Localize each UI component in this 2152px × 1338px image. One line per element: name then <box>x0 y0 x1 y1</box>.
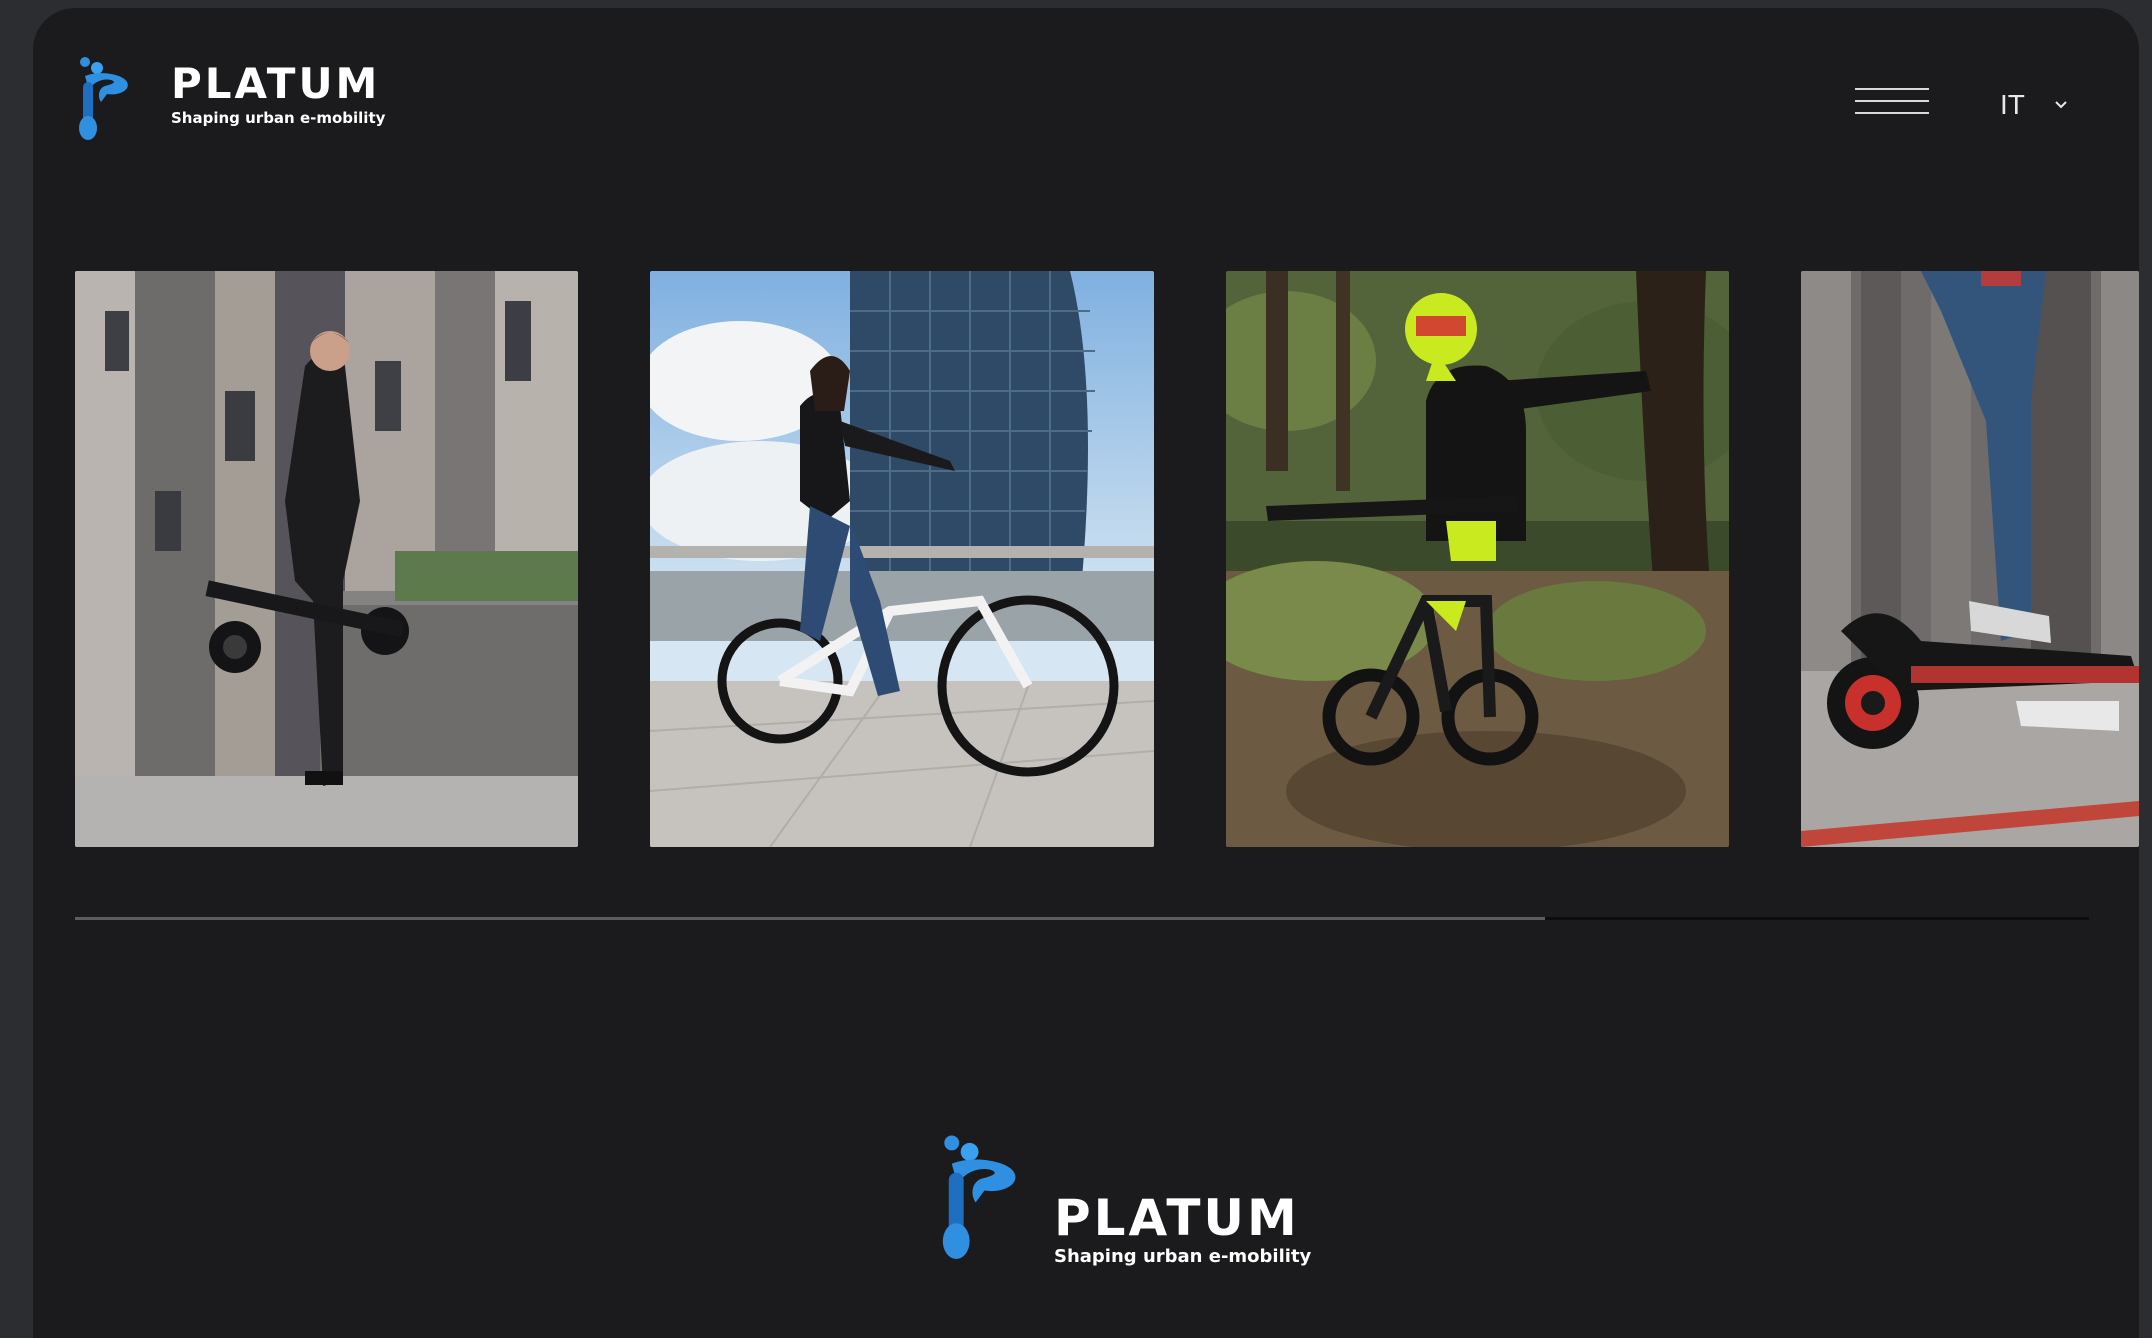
product-gallery[interactable] <box>33 271 2139 857</box>
language-label: IT <box>2000 89 2025 120</box>
brand-logo[interactable]: PLATUM Shaping urban e-mobility <box>75 56 385 142</box>
gallery-scrollbar[interactable] <box>75 917 2089 920</box>
platum-logo-icon <box>79 57 128 140</box>
hamburger-menu-icon[interactable] <box>1855 80 1929 122</box>
man-with-folding-scooter-image <box>75 271 578 847</box>
chevron-down-icon <box>2055 101 2067 109</box>
gallery-card-city-ebike[interactable] <box>650 271 1154 847</box>
language-selector[interactable]: IT <box>2000 85 2090 125</box>
footer-brand-name: PLATUM <box>1054 1189 1300 1247</box>
page: PLATUM Shaping urban e-mobility IT PLATU… <box>33 8 2139 1338</box>
footer-brand-logo[interactable]: PLATUM Shaping urban e-mobility <box>936 1134 1311 1268</box>
menu-line <box>1855 88 1929 90</box>
platum-logo-icon <box>942 1135 1016 1260</box>
menu-line <box>1855 112 1929 114</box>
brand-tagline: Shaping urban e-mobility <box>171 109 386 127</box>
woman-on-city-ebike-image <box>650 271 1154 847</box>
gallery-scrollbar-thumb[interactable] <box>75 917 1546 920</box>
footer-brand-tagline: Shaping urban e-mobility <box>1054 1246 1312 1267</box>
brand-name: PLATUM <box>171 59 381 108</box>
menu-line <box>1855 100 1929 102</box>
gallery-card-scooter[interactable] <box>1801 271 2139 847</box>
gallery-card-scooter-folding[interactable] <box>75 271 578 847</box>
person-on-scooter-image <box>1801 271 2139 847</box>
rider-on-emtb-image <box>1226 271 1729 847</box>
gallery-card-emtb[interactable] <box>1226 271 1729 847</box>
